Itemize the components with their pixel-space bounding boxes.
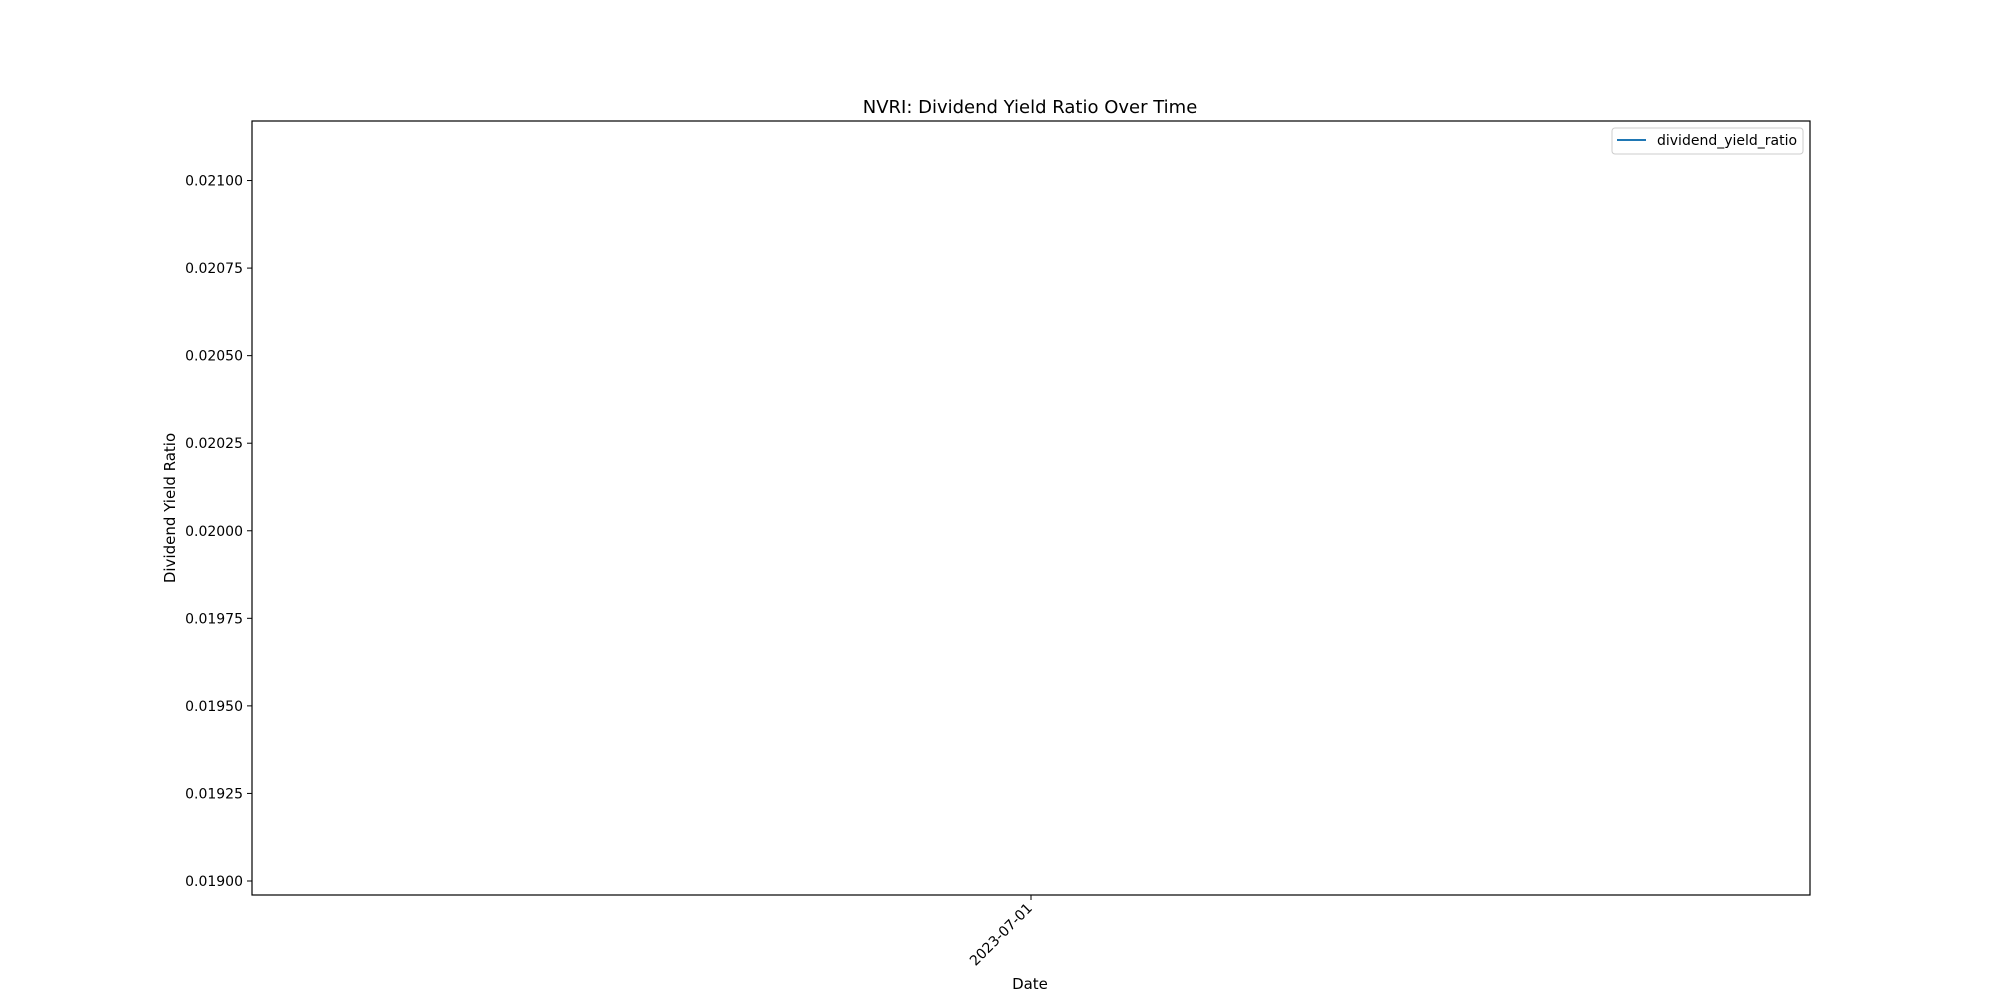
y-tick-label: 0.02000 — [185, 524, 243, 540]
y-tick-label: 0.02025 — [185, 436, 243, 452]
y-tick-label: 0.02075 — [185, 261, 243, 277]
y-tick-label: 0.01975 — [185, 611, 243, 627]
x-axis-label: Date — [1012, 975, 1048, 993]
y-tick-label: 0.01900 — [185, 874, 243, 890]
legend[interactable]: dividend_yield_ratio — [1611, 127, 1804, 155]
y-tick-label: 0.02050 — [185, 349, 243, 365]
y-tick-label: 0.01950 — [185, 699, 243, 715]
legend-series-label: dividend_yield_ratio — [1657, 133, 1797, 149]
chart-figure: NVRI: Dividend Yield Ratio Over Time 0.0… — [0, 0, 2000, 1000]
y-tick-label: 0.02100 — [185, 174, 243, 190]
chart-title: NVRI: Dividend Yield Ratio Over Time — [863, 97, 1198, 118]
y-tick-label: 0.01925 — [185, 786, 243, 802]
y-axis-label: Dividend Yield Ratio — [161, 433, 179, 583]
